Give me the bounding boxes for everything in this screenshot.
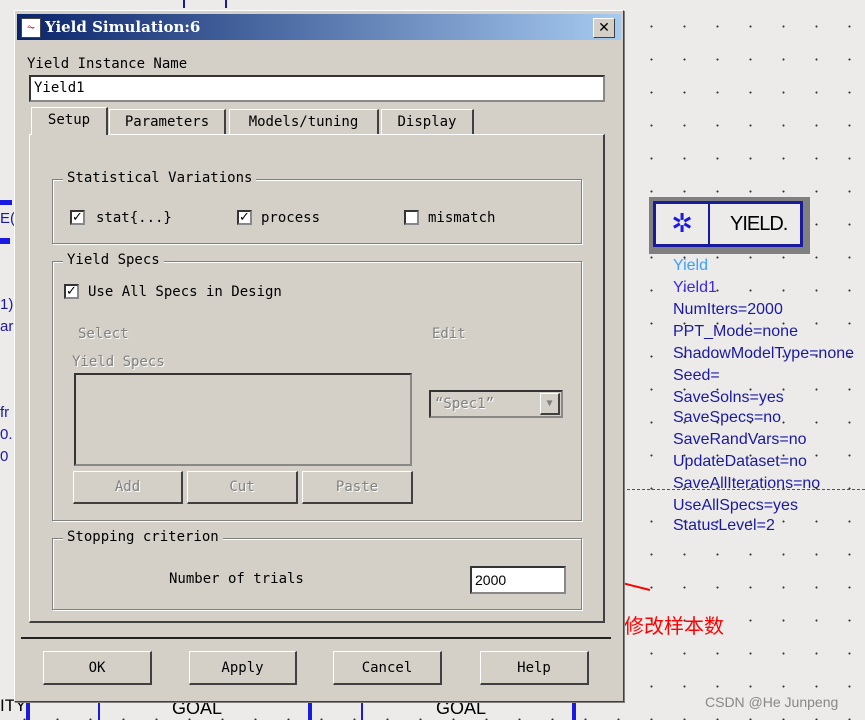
use-all-specs-checkbox[interactable]: ✓ (64, 284, 79, 299)
paste-button[interactable]: Paste (302, 471, 413, 504)
prop-line: Seed= (673, 367, 720, 384)
prop-line: SaveSpecs=no (673, 409, 782, 426)
tab-models-tuning[interactable]: Models/tuning (229, 109, 379, 134)
top-wire (183, 0, 227, 8)
fragment: fr (0, 404, 10, 421)
statistical-variations-group: Statistical Variations ✓ stat{...} ✓ pro… (52, 170, 582, 244)
prop-line: PPT_Mode=none (673, 323, 798, 340)
prop-line: UpdateDataset=no (673, 453, 807, 470)
spec-dropdown[interactable]: “Spec1” ▼ (429, 390, 563, 418)
goal-block (308, 700, 312, 720)
stopping-criterion-group: Stopping criterion Number of trials 2000 (52, 529, 582, 610)
fragment: 0. (0, 426, 13, 443)
mismatch-checkbox[interactable] (404, 210, 419, 225)
watermark: CSDN @He Junpeng (705, 694, 839, 710)
close-button[interactable]: ✕ (593, 18, 615, 38)
group-title: Stopping criterion (63, 529, 223, 545)
goal-block (361, 700, 363, 720)
yield-component-icon: ✲ (656, 204, 710, 244)
tab-parameters[interactable]: Parameters (109, 109, 226, 134)
instance-name-input[interactable]: Yield1 (29, 75, 605, 102)
instance-name-label: Yield Instance Name (27, 56, 188, 72)
yield-specs-list[interactable] (74, 373, 412, 466)
prop-line: UseAllSpecs=yes (673, 497, 798, 514)
setup-panel: Statistical Variations ✓ stat{...} ✓ pro… (29, 134, 605, 623)
prop-line: Yield (673, 257, 708, 274)
cut-button[interactable]: Cut (187, 471, 298, 504)
use-all-specs-label: Use All Specs in Design (88, 284, 282, 300)
prop-line: SaveAllIterations=no (673, 475, 821, 492)
fragment: 1) (0, 296, 14, 313)
edit-label: Edit (432, 326, 466, 342)
stat-label: stat{...} (96, 210, 172, 226)
yield-specs-list-label: Yield Specs (72, 354, 165, 370)
prop-line: Yield1 (673, 279, 717, 296)
prop-line: ShadowModelType=none (673, 345, 855, 362)
fragment: E( (0, 210, 15, 227)
chevron-down-icon[interactable]: ▼ (540, 393, 560, 415)
separator (21, 637, 611, 639)
dialog-title: Yield Simulation:6 (45, 18, 201, 36)
mismatch-label: mismatch (428, 210, 496, 226)
help-button[interactable]: Help (480, 651, 589, 685)
goal-block (26, 700, 30, 720)
yield-specs-group: Yield Specs ✓ Use All Specs in Design Se… (52, 252, 582, 521)
prop-line: StatusLevel=2 (673, 517, 775, 534)
apply-button[interactable]: Apply (189, 651, 297, 685)
stat-checkbox[interactable]: ✓ (70, 210, 85, 225)
cancel-button[interactable]: Cancel (333, 651, 442, 685)
tab-display[interactable]: Display (381, 109, 474, 134)
add-button[interactable]: Add (73, 471, 183, 504)
yield-component[interactable]: ✲ YIELD. (649, 197, 810, 254)
number-of-trials-label: Number of trials (169, 571, 304, 587)
goal-block (98, 700, 100, 720)
prop-line: SaveRandVars=no (673, 431, 807, 448)
process-label: process (261, 210, 321, 226)
group-title: Yield Specs (63, 252, 164, 268)
select-label: Select (78, 326, 129, 342)
tab-setup[interactable]: Setup (31, 107, 108, 135)
fragment: ar (0, 318, 14, 335)
spec-dropdown-value: “Spec1” (435, 396, 495, 412)
annotation-text: 修改样本数 (624, 614, 724, 638)
yield-simulation-dialog: ⏦ Yield Simulation:6 ✕ Yield Instance Na… (14, 10, 624, 702)
title-bar[interactable]: ⏦ Yield Simulation:6 ✕ (17, 14, 621, 40)
app-icon: ⏦ (21, 18, 41, 38)
fragment: 0 (0, 448, 9, 465)
goal-block (572, 700, 576, 720)
yield-component-label: YIELD. (730, 213, 788, 235)
prop-line: NumIters=2000 (673, 301, 783, 318)
number-of-trials-input[interactable]: 2000 (470, 566, 566, 594)
ok-button[interactable]: OK (43, 651, 152, 685)
process-checkbox[interactable]: ✓ (237, 210, 252, 225)
group-title: Statistical Variations (63, 170, 257, 186)
prop-line: SaveSolns=yes (673, 389, 784, 406)
